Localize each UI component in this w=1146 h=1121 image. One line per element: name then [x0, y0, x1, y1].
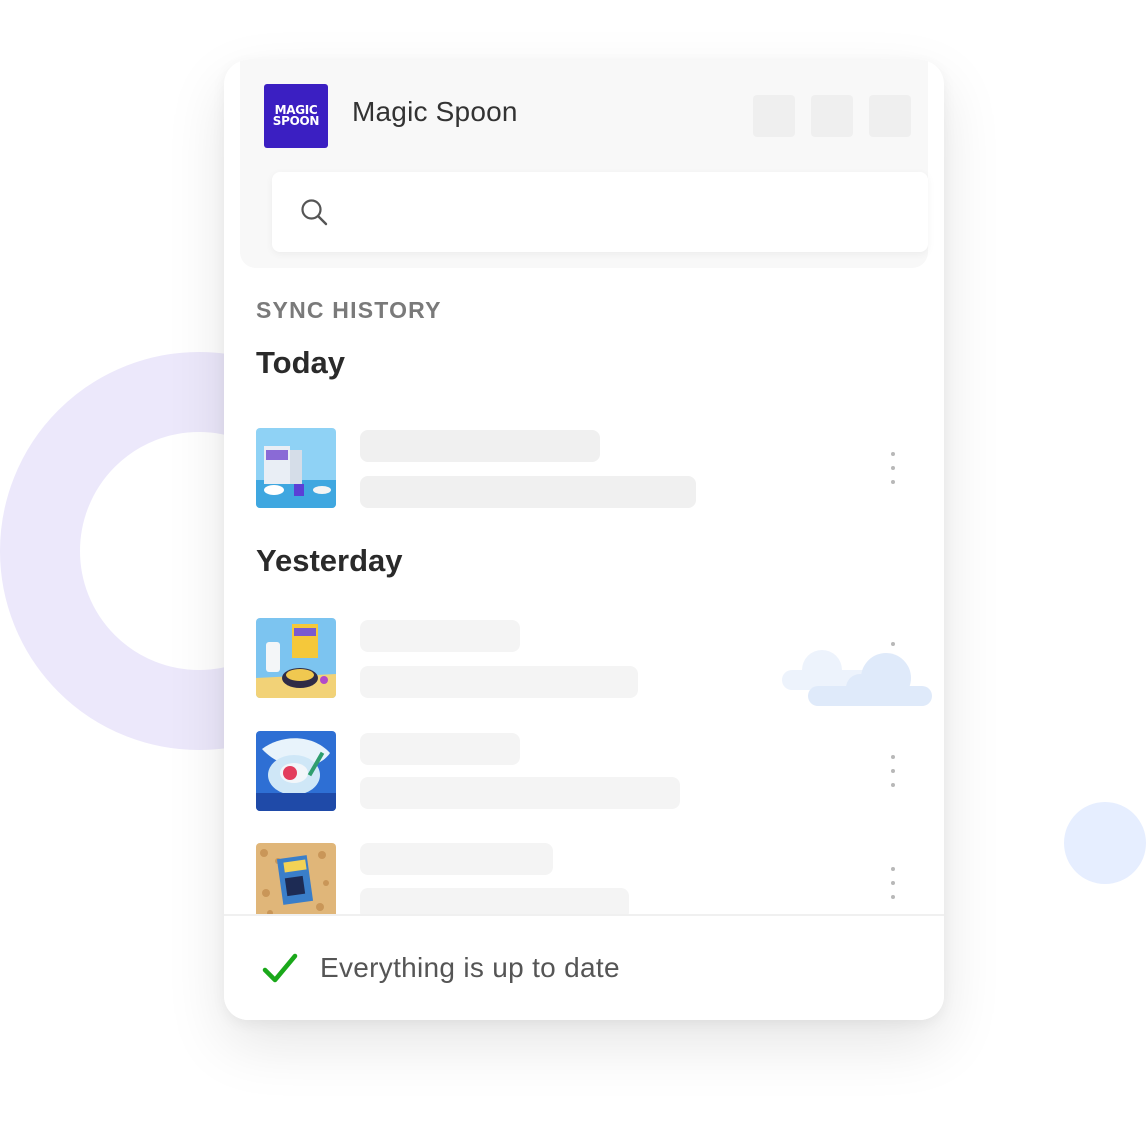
- header-action-button-2[interactable]: [811, 95, 853, 137]
- sync-panel: MAGIC SPOON Magic Spoon SYNC HISTORY Tod…: [224, 60, 944, 1020]
- app-title: Magic Spoon: [352, 96, 518, 127]
- more-options-icon[interactable]: [886, 452, 900, 484]
- thumbnail-image: [256, 843, 336, 923]
- group-heading-yesterday: Yesterday: [256, 543, 403, 578]
- decorative-dot: [1064, 802, 1146, 884]
- skeleton-title: [360, 620, 520, 652]
- skeleton-subtitle: [360, 476, 696, 508]
- check-icon: [262, 953, 298, 983]
- thumbnail-image: [256, 618, 336, 698]
- search-icon: [301, 199, 328, 226]
- thumbnail-image: [256, 428, 336, 508]
- thumbnail-image: [256, 731, 336, 811]
- skeleton-title: [360, 733, 520, 765]
- skeleton-subtitle: [360, 666, 638, 698]
- more-options-icon[interactable]: [886, 867, 900, 899]
- more-options-icon[interactable]: [886, 755, 900, 787]
- status-text: Everything is up to date: [320, 952, 620, 983]
- status-footer: Everything is up to date: [224, 914, 944, 1020]
- sync-history-label: SYNC HISTORY: [256, 297, 442, 323]
- skeleton-title: [360, 843, 553, 875]
- cloud-decoration: [782, 650, 932, 706]
- header-action-button-1[interactable]: [753, 95, 795, 137]
- search-box[interactable]: [272, 172, 928, 252]
- list-item[interactable]: [256, 731, 912, 811]
- list-item[interactable]: [256, 428, 912, 508]
- header: MAGIC SPOON Magic Spoon: [240, 60, 928, 268]
- logo-line-2: SPOON: [272, 114, 320, 128]
- skeleton-title: [360, 430, 600, 462]
- list-item[interactable]: [256, 843, 912, 923]
- header-action-button-3[interactable]: [869, 95, 911, 137]
- skeleton-subtitle: [360, 777, 680, 809]
- search-input[interactable]: [344, 192, 908, 234]
- group-heading-today: Today: [256, 345, 345, 380]
- brand-logo: MAGIC SPOON: [264, 84, 328, 148]
